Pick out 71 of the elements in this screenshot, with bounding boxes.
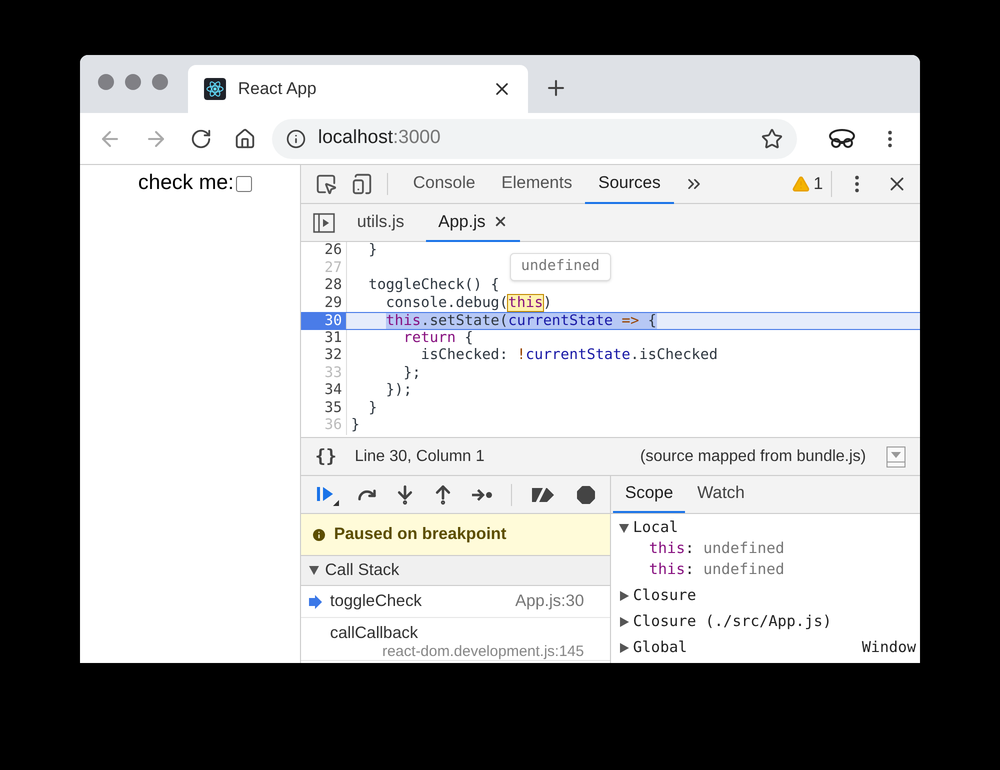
code-line: console.debug(this) xyxy=(384,294,552,312)
line-number[interactable]: 28 xyxy=(301,277,347,294)
line-number[interactable]: 32 xyxy=(301,347,347,364)
window-minimize-icon[interactable] xyxy=(125,74,141,90)
file-tab[interactable]: utils.js xyxy=(345,204,416,242)
react-logo-icon xyxy=(204,78,226,100)
scope-value: Window xyxy=(862,637,916,658)
checkbox-label: check me: xyxy=(138,170,234,196)
line-number[interactable]: 26 xyxy=(301,242,347,260)
code-line: isChecked: !currentState.isChecked xyxy=(420,347,718,364)
line-number[interactable]: 34 xyxy=(301,382,347,400)
info-icon xyxy=(286,128,306,148)
expand-triangle-icon[interactable] xyxy=(619,590,629,600)
line-number[interactable]: 35 xyxy=(301,400,347,417)
step-out-icon[interactable] xyxy=(433,484,453,504)
call-stack-header[interactable]: Call Stack xyxy=(301,556,610,586)
scope-variable: this: undefined xyxy=(648,538,786,559)
url-text: localhost:3000 xyxy=(318,126,442,150)
paused-message: Paused on breakpoint xyxy=(334,524,506,546)
frame-name: callCallback xyxy=(330,623,420,643)
code-line: }); xyxy=(384,382,412,400)
window-close-icon[interactable] xyxy=(98,74,114,90)
scope-name[interactable]: Global xyxy=(633,637,688,658)
toggle-drawer-icon[interactable] xyxy=(886,446,906,468)
incognito-icon[interactable] xyxy=(827,128,857,150)
section-title: Call Stack xyxy=(325,560,400,582)
code-line: toggleCheck() { xyxy=(367,277,500,294)
call-frame[interactable]: toggleCheck App.js:30 xyxy=(301,586,610,618)
frame-location: react-dom.development.js:145 xyxy=(381,643,584,660)
code-line: } xyxy=(367,400,378,417)
scope-name[interactable]: Closure xyxy=(633,585,696,606)
pretty-print-button[interactable]: {} xyxy=(315,443,337,470)
scope-variable: this: undefined xyxy=(648,559,786,580)
step-icon[interactable] xyxy=(471,488,493,502)
code-line: return { xyxy=(402,330,474,347)
bookmark-star-icon[interactable] xyxy=(761,128,783,150)
scope-name[interactable]: Closure (./src/App.js) xyxy=(633,611,832,632)
home-icon[interactable] xyxy=(234,128,256,150)
scope-name[interactable]: Local xyxy=(633,517,678,538)
cursor-position: Line 30, Column 1 xyxy=(354,446,485,466)
expand-triangle-icon[interactable] xyxy=(619,642,629,652)
expand-triangle-icon xyxy=(309,566,319,575)
navigator-toggle-icon[interactable] xyxy=(313,212,335,232)
sidebar-tab[interactable]: Watch xyxy=(685,475,757,513)
device-toolbar-icon[interactable] xyxy=(351,173,373,195)
code-line: } xyxy=(350,417,360,434)
current-frame-arrow-icon xyxy=(309,594,322,608)
window-zoom-icon[interactable] xyxy=(152,74,168,90)
frame-name: toggleCheck xyxy=(330,591,423,612)
step-into-icon[interactable] xyxy=(395,484,415,504)
warning-count[interactable]: 1 xyxy=(814,171,832,197)
devtools-tab[interactable]: Elements xyxy=(488,164,586,204)
line-number[interactable]: 31 xyxy=(301,330,347,347)
browser-tab[interactable]: React App xyxy=(188,65,528,113)
value-tooltip: undefined xyxy=(510,253,611,280)
checkbox[interactable] xyxy=(236,176,252,192)
source-map-text: (source mapped from bundle.js) xyxy=(640,446,866,466)
inspect-icon[interactable] xyxy=(315,173,337,195)
address-bar[interactable]: localhost:3000 xyxy=(272,118,797,158)
code-line: } xyxy=(367,242,378,260)
line-number[interactable]: 30 xyxy=(301,313,347,328)
devtools-tab[interactable]: Console xyxy=(400,164,488,204)
info-icon xyxy=(311,526,327,542)
reload-icon[interactable] xyxy=(190,128,212,150)
call-frame[interactable]: callCallback react-dom.development.js:145 xyxy=(301,618,610,661)
tab-title: React App xyxy=(238,78,318,100)
expand-triangle-icon[interactable] xyxy=(619,522,629,532)
sidebar-tab[interactable]: Scope xyxy=(613,475,686,513)
expand-triangle-icon[interactable] xyxy=(619,616,629,626)
frame-location: App.js:30 xyxy=(515,591,584,612)
code-line: }; xyxy=(402,364,421,382)
